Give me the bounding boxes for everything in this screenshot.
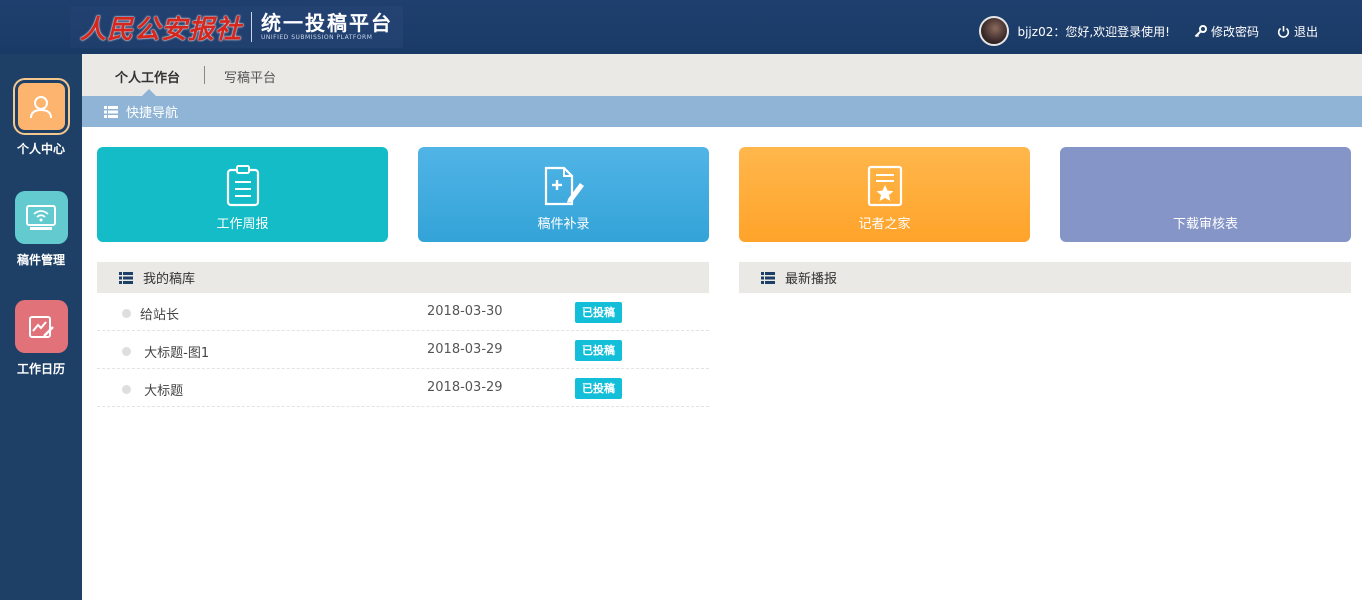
active-tab-pointer [142, 89, 156, 96]
top-tabs: 个人工作台 写稿平台 [82, 54, 1362, 96]
sidebar-item-label: 工作日历 [16, 362, 65, 376]
list-icon [104, 105, 118, 118]
top-header: 人民公安报社 统一投稿平台 UNIFIED SUBMISSION PLATFOR… [0, 0, 1362, 54]
user-area: bjjz02：您好,欢迎登录使用! 修改密码 退出 [979, 16, 1332, 46]
avatar[interactable] [979, 16, 1010, 46]
latest-news-header: 最新播报 [739, 262, 1351, 293]
platform-name: 统一投稿平台 UNIFIED SUBMISSION PLATFORM [261, 12, 393, 42]
list-icon [761, 271, 775, 284]
logo[interactable]: 人民公安报社 统一投稿平台 UNIFIED SUBMISSION PLATFOR… [70, 6, 404, 48]
card-reporter-home[interactable]: 记者之家 [739, 147, 1030, 242]
tab-personal-workbench[interactable]: 个人工作台 [115, 67, 180, 86]
platform-subtitle: UNIFIED SUBMISSION PLATFORM [261, 34, 373, 41]
wifi-screen-icon [14, 191, 68, 244]
bullet-icon [122, 385, 131, 394]
status-badge: 已投稿 [575, 378, 622, 399]
manuscript-date: 2018-03-30 [427, 304, 503, 319]
manuscript-title[interactable]: 大标题-图1 [140, 342, 209, 361]
manuscript-title[interactable]: 给站长 [140, 304, 179, 323]
card-download-review-form[interactable]: 下载审核表 [1060, 147, 1351, 242]
left-sidebar: 个人中心 稿件管理 工作日历 [0, 54, 82, 600]
document-add-icon [544, 166, 584, 206]
manuscript-title[interactable]: 大标题 [140, 380, 183, 399]
card-weekly-report[interactable]: 工作周报 [97, 147, 388, 242]
change-password-link[interactable]: 修改密码 [1194, 23, 1259, 40]
change-password-label: 修改密码 [1210, 24, 1259, 39]
quick-nav-title: 快捷导航 [126, 106, 179, 121]
table-row[interactable]: 给站长 2018-03-30 已投稿 [97, 293, 709, 331]
table-row[interactable]: 大标题 2018-03-29 已投稿 [97, 369, 709, 407]
card-label: 记者之家 [858, 217, 911, 232]
sidebar-item-label: 稿件管理 [16, 253, 65, 267]
my-library-header: 我的稿库 [97, 262, 709, 293]
sidebar-item-work-calendar[interactable]: 工作日历 [0, 300, 82, 377]
logout-link[interactable]: 退出 [1277, 23, 1318, 40]
manuscript-date: 2018-03-29 [427, 342, 503, 357]
tab-writing-platform[interactable]: 写稿平台 [224, 67, 276, 86]
sidebar-item-personal-center[interactable]: 个人中心 [0, 80, 82, 157]
sidebar-item-manuscript-management[interactable]: 稿件管理 [0, 191, 82, 268]
manuscript-date: 2018-03-29 [427, 380, 503, 395]
card-manuscript-supplement[interactable]: 稿件补录 [418, 147, 709, 242]
logo-divider [251, 12, 253, 42]
list-icon [119, 271, 133, 284]
key-icon [1194, 24, 1207, 37]
card-label: 工作周报 [216, 217, 269, 232]
greeting-text: bjjz02：您好,欢迎登录使用! [1017, 24, 1170, 39]
my-library-title: 我的稿库 [143, 272, 196, 287]
bullet-icon [122, 309, 131, 318]
tab-divider [204, 66, 205, 84]
card-label: 下载审核表 [1172, 217, 1238, 232]
chart-edit-icon [14, 300, 68, 353]
table-row[interactable]: 大标题-图1 2018-03-29 已投稿 [97, 331, 709, 369]
sidebar-item-label: 个人中心 [16, 142, 65, 156]
latest-news-title: 最新播报 [785, 272, 838, 287]
platform-title: 统一投稿平台 [261, 11, 394, 35]
bullet-icon [122, 347, 131, 356]
status-badge: 已投稿 [575, 302, 622, 323]
card-label: 稿件补录 [537, 217, 590, 232]
clipboard-icon [226, 165, 259, 207]
brand-name: 人民公安报社 [80, 14, 243, 45]
status-badge: 已投稿 [575, 340, 622, 361]
certificate-star-icon [867, 165, 902, 207]
user-icon [14, 80, 68, 133]
quick-nav-header: 快捷导航 [82, 96, 1362, 127]
power-icon [1277, 25, 1290, 38]
logout-label: 退出 [1293, 24, 1318, 39]
